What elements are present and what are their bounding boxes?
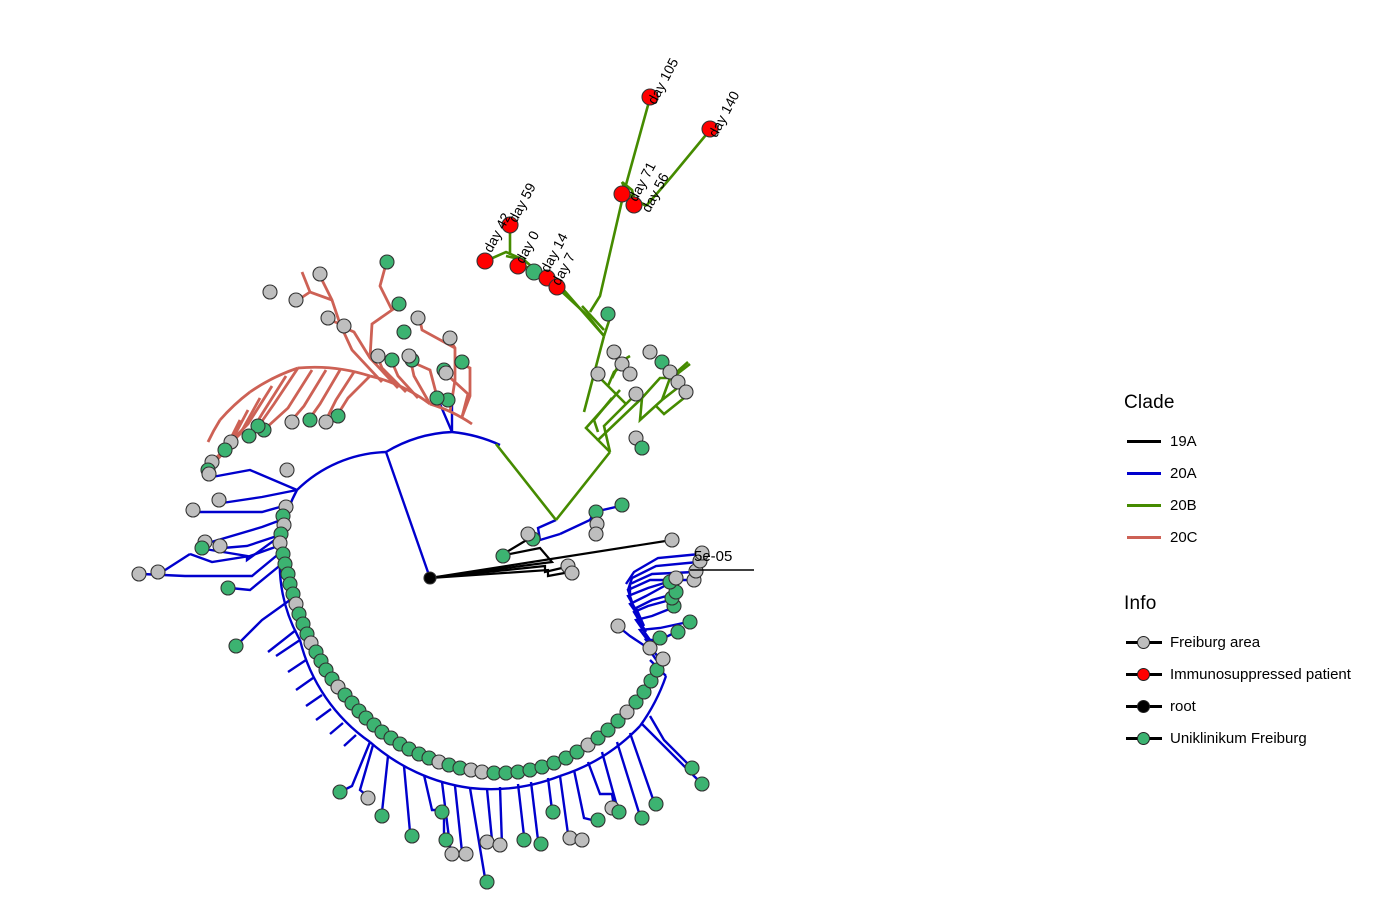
legend-point-dot <box>1137 668 1150 681</box>
legend-item-20b[interactable]: 20B <box>1122 489 1198 521</box>
legend-item-label: Freiburg area <box>1170 633 1261 651</box>
legend-info-title: Info <box>1124 593 1157 614</box>
legend-item-freiburg-area[interactable]: Freiburg area <box>1122 626 1351 658</box>
legend-point-dot <box>1137 700 1150 713</box>
legend-key-line <box>1122 535 1166 539</box>
legend-key-line <box>1122 439 1166 443</box>
legend-point-swatch <box>1124 666 1164 682</box>
legend-item-root[interactable]: root <box>1122 690 1351 722</box>
legend-clade-title: Clade <box>1124 392 1175 413</box>
legend-key-line <box>1122 503 1166 507</box>
legend-item-label: 20B <box>1170 496 1197 514</box>
legend-item-20c[interactable]: 20C <box>1122 521 1198 553</box>
legend-line-swatch <box>1127 503 1161 507</box>
tip-root <box>423 571 437 585</box>
legend-key-point <box>1122 730 1166 746</box>
legend-key-point <box>1122 698 1166 714</box>
legend-info: Info Freiburg area Immunosuppressed patie… <box>1122 593 1351 754</box>
legend-key-point <box>1122 666 1166 682</box>
clade-20B-branches <box>487 97 712 521</box>
legend-item-label: 20A <box>1170 464 1197 482</box>
legend-item-19a[interactable]: 19A <box>1122 425 1198 457</box>
tip-day-42 <box>476 252 494 270</box>
legend-item-label: root <box>1170 697 1196 715</box>
legend-point-swatch <box>1124 730 1164 746</box>
legend-line-swatch <box>1127 439 1161 443</box>
legend-item-label: 20C <box>1170 528 1198 546</box>
legend-key-line <box>1122 471 1166 475</box>
legend-line-swatch <box>1127 535 1161 539</box>
legend-item-uniklinikum-freiburg[interactable]: Uniklinikum Freiburg <box>1122 722 1351 754</box>
legend-item-20a[interactable]: 20A <box>1122 457 1198 489</box>
legend-item-label: 19A <box>1170 432 1197 450</box>
scalebar-label: 5e-05 <box>694 548 733 565</box>
legend-point-swatch <box>1124 634 1164 650</box>
figure-canvas: .b19A{stroke:#000000;stroke-width:2.2;fi… <box>0 0 1393 919</box>
legend-item-label: Immunosuppressed patient <box>1170 665 1351 683</box>
legend-key-point <box>1122 634 1166 650</box>
legend-point-dot <box>1137 636 1150 649</box>
legend-point-dot <box>1137 732 1150 745</box>
legend-item-immunosuppressed-patient[interactable]: Immunosuppressed patient <box>1122 658 1351 690</box>
legend-line-swatch <box>1127 471 1161 475</box>
tree-tips <box>131 88 719 890</box>
legend-clade: Clade 19A 20A 20B 20C <box>1122 392 1198 553</box>
legend-point-swatch <box>1124 698 1164 714</box>
legend-item-label: Uniklinikum Freiburg <box>1170 729 1307 747</box>
